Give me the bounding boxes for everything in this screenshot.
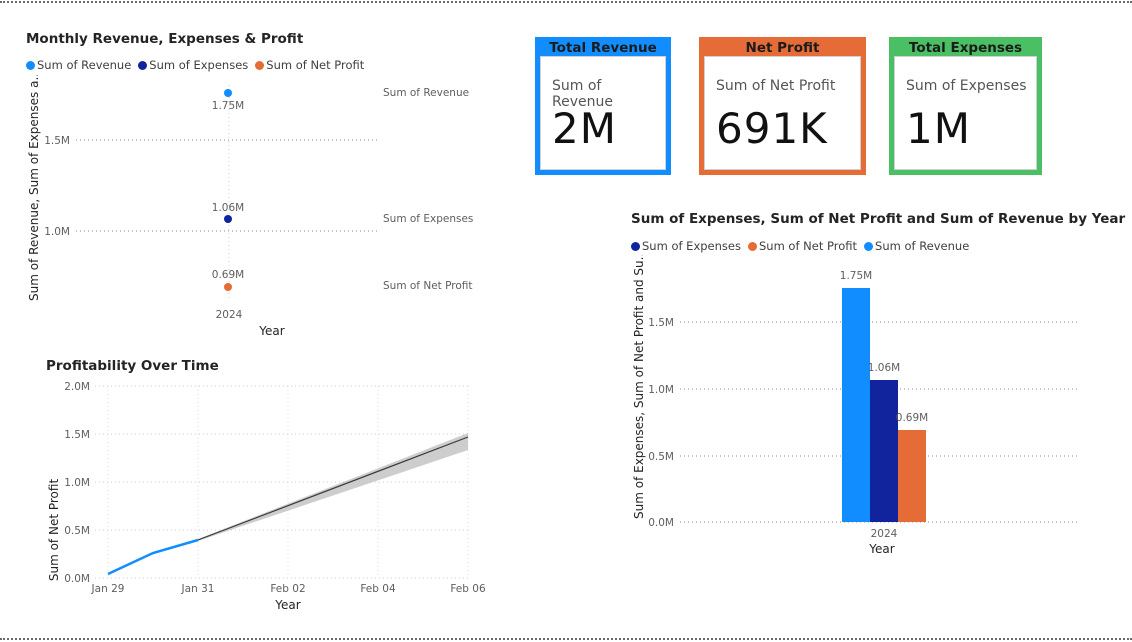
expenses-swatch	[631, 241, 640, 251]
line-x-axis: Jan 29 Jan 31 Feb 02 Feb 04 Feb 06	[91, 386, 486, 595]
xtick-label: Feb 04	[360, 583, 396, 595]
expenses-bar[interactable]	[870, 380, 898, 522]
total-expenses-card[interactable]: Total Expenses Sum of Expenses 1M	[889, 37, 1042, 175]
line-y-axis: 2.0M 1.5M 1.0M 0.5M 0.0M	[64, 381, 470, 585]
card-value: 1M	[906, 104, 971, 153]
ytick-label: 0.0M	[648, 517, 674, 529]
ytick-label: 1.0M	[64, 477, 90, 489]
profit-point[interactable]	[224, 283, 232, 291]
bar-ylabel: Sum of Expenses, Sum of Net Profit and S…	[632, 255, 646, 519]
legend-label: Sum of Expenses	[149, 58, 249, 72]
profit-swatch	[747, 241, 757, 251]
legend-label: Sum of Revenue	[37, 58, 132, 72]
revenue-data-label: 1.75M	[840, 270, 872, 282]
bar-legend[interactable]: Sum of Expenses Sum of Net Profit Sum of…	[631, 239, 973, 253]
expenses-swatch	[138, 60, 148, 70]
xtick-label: Jan 31	[181, 583, 215, 595]
scatter-chart-title: Monthly Revenue, Expenses & Profit	[26, 31, 304, 47]
ytick-label: 1.5M	[64, 429, 90, 441]
xtick-label: Feb 06	[450, 583, 486, 595]
card-title: Total Expenses	[908, 40, 1023, 56]
card-subtitle: Sum of Net Profit	[716, 78, 836, 94]
legend-item-expenses[interactable]: Sum of Expenses	[631, 239, 741, 253]
bar-xlabel: Year	[868, 542, 894, 556]
line-chart-title: Profitability Over Time	[46, 358, 219, 374]
ytick-label: 0.0M	[64, 573, 90, 585]
xtick-label: 2024	[216, 309, 243, 321]
legend-label: Sum of Revenue	[875, 239, 970, 253]
series-label-profit: Sum of Net Profit	[383, 280, 473, 292]
line-ylabel: Sum of Net Profit	[47, 479, 61, 582]
ytick-label: 1.0M	[44, 226, 70, 238]
profit-data-label: 0.69M	[212, 269, 244, 281]
profit-bar[interactable]	[898, 430, 926, 522]
xtick-label: Jan 29	[91, 583, 125, 595]
scatter-xlabel: Year	[258, 324, 284, 338]
legend-item-revenue[interactable]: Sum of Revenue	[864, 239, 969, 253]
revenue-data-label: 1.75M	[212, 100, 244, 112]
net-profit-line[interactable]	[107, 538, 199, 576]
scatter-ylabel: Sum of Revenue, Sum of Expenses a...	[27, 75, 41, 301]
net-profit-card[interactable]: Net Profit Sum of Net Profit 691K	[699, 37, 866, 175]
legend-item-profit[interactable]: Sum of Net Profit	[747, 239, 858, 253]
xtick-label: 2024	[871, 528, 898, 540]
ytick-label: 1.5M	[648, 317, 674, 329]
ytick-label: 1.0M	[648, 384, 674, 396]
bar-chart-title: Sum of Expenses, Sum of Net Profit and S…	[631, 211, 1126, 227]
legend-item-revenue[interactable]: Sum of Revenue	[26, 58, 131, 72]
total-revenue-card[interactable]: Total Revenue Sum of Revenue 2M	[535, 37, 671, 175]
ytick-label: 0.5M	[648, 451, 674, 463]
card-subtitle: Sum of Expenses	[906, 78, 1027, 94]
legend-label: Sum of Net Profit	[758, 239, 858, 253]
bar-chart[interactable]: Sum of Expenses, Sum of Net Profit and S…	[620, 255, 1120, 565]
expenses-data-label: 1.06M	[868, 362, 900, 374]
series-label-revenue: Sum of Revenue	[383, 87, 469, 99]
line-chart[interactable]: Sum of Net Profit 2.0M 1.5M 1.0M 0.5M 0.…	[0, 375, 520, 620]
card-value: 691K	[716, 104, 828, 153]
revenue-bar[interactable]	[842, 288, 870, 522]
card-body: Sum of Expenses 1M	[894, 56, 1037, 170]
legend-label: Sum of Net Profit	[266, 58, 365, 72]
card-title: Net Profit	[745, 40, 820, 56]
revenue-point[interactable]	[224, 89, 232, 97]
series-label-expenses: Sum of Expenses	[383, 213, 473, 225]
profit-data-label: 0.69M	[896, 412, 928, 424]
legend-label: Sum of Expenses	[642, 239, 741, 253]
line-xlabel: Year	[274, 598, 300, 612]
legend-item-expenses[interactable]: Sum of Expenses	[138, 58, 248, 72]
revenue-swatch	[26, 60, 35, 70]
scatter-legend[interactable]: Sum of Revenue Sum of Expenses Sum of Ne…	[26, 58, 368, 72]
expenses-point[interactable]	[224, 215, 232, 223]
top-divider	[0, 1, 1132, 3]
profit-swatch	[255, 60, 265, 70]
card-body: Sum of Net Profit 691K	[704, 56, 861, 170]
ytick-label: 1.5M	[44, 135, 70, 147]
ytick-label: 0.5M	[64, 525, 90, 537]
card-title: Total Revenue	[549, 40, 657, 56]
legend-item-profit[interactable]: Sum of Net Profit	[255, 58, 364, 72]
scatter-chart[interactable]: Sum of Revenue, Sum of Expenses a... 1.5…	[0, 75, 520, 345]
card-value: 2M	[552, 104, 617, 153]
expenses-data-label: 1.06M	[212, 202, 244, 214]
card-body: Sum of Revenue 2M	[540, 56, 666, 170]
forecast-line[interactable]	[197, 436, 469, 541]
revenue-swatch	[864, 241, 874, 251]
bottom-divider	[0, 638, 1132, 640]
ytick-label: 2.0M	[64, 381, 90, 393]
xtick-label: Feb 02	[270, 583, 305, 595]
